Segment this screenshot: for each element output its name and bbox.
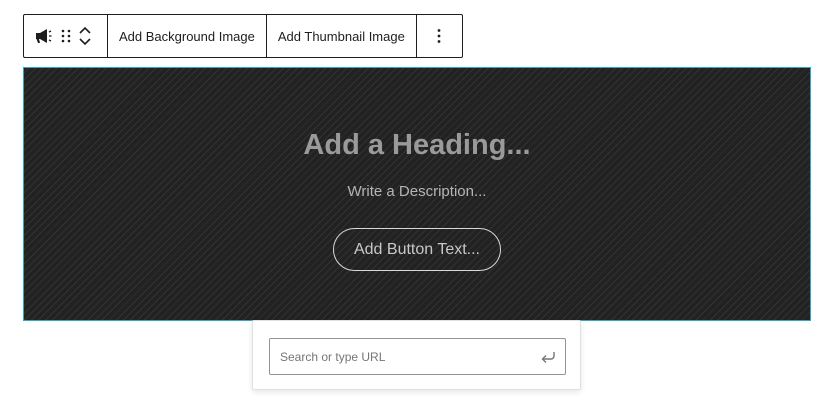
vertical-ellipsis-icon [437,28,441,44]
chevron-up-icon[interactable] [78,26,92,35]
block-movers [78,26,92,46]
url-search-input[interactable] [270,349,533,364]
options-button[interactable] [417,15,461,57]
chevron-down-icon[interactable] [78,37,92,46]
megaphone-icon[interactable] [34,28,54,44]
add-thumbnail-image-button[interactable]: Add Thumbnail Image [267,15,416,57]
block-controls [24,15,108,57]
hero-button[interactable]: Add Button Text... [333,228,501,271]
hero-heading[interactable]: Add a Heading... [24,129,810,162]
add-background-image-button[interactable]: Add Background Image [108,15,266,57]
hero-description[interactable]: Write a Description... [24,183,810,200]
url-input-container [269,338,566,375]
link-popover [252,320,581,390]
add-thumbnail-group: Add Thumbnail Image [267,15,417,57]
add-background-group: Add Background Image [108,15,267,57]
hero-block[interactable]: Add a Heading... Write a Description... … [23,67,811,321]
block-toolbar: Add Background Image Add Thumbnail Image [23,14,463,58]
drag-handle-icon[interactable] [60,28,72,44]
enter-return-icon[interactable] [533,339,565,374]
